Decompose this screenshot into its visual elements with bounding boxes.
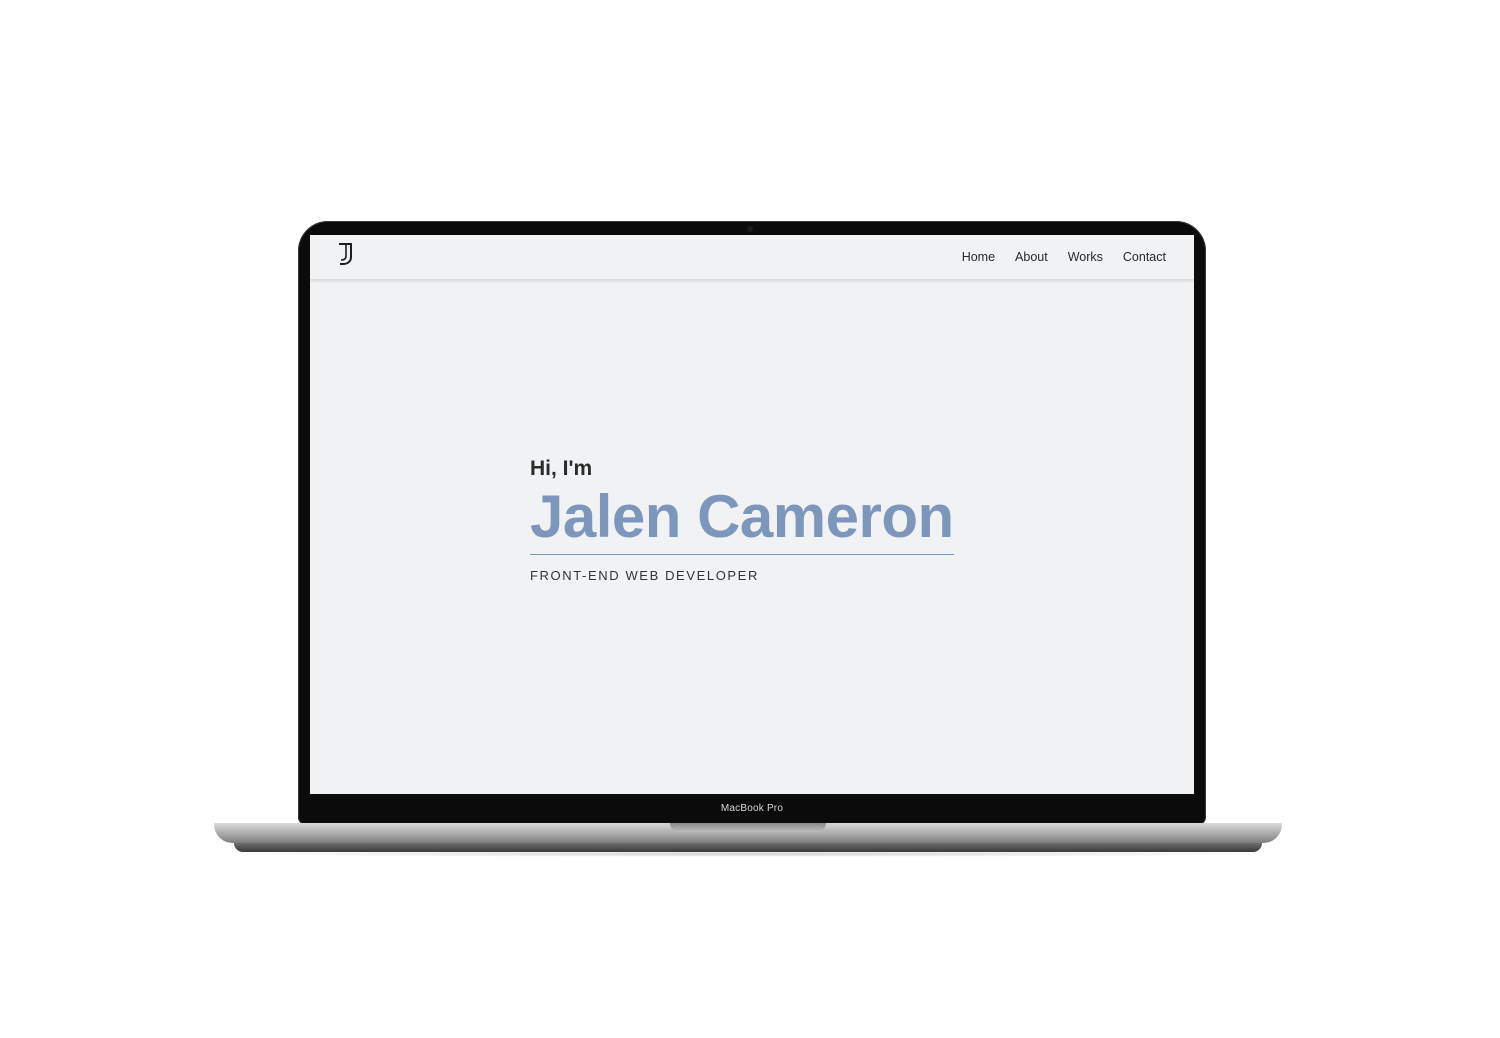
j-logo-icon[interactable] [338, 242, 354, 266]
nav-works-link[interactable]: Works [1068, 250, 1103, 264]
laptop-notch [670, 823, 826, 832]
laptop-screen: Home About Works Contact Hi, I'm Jalen C… [310, 235, 1194, 794]
laptop-base-bottom [234, 843, 1262, 852]
site-navbar: Home About Works Contact [310, 235, 1194, 279]
nav-about-link[interactable]: About [1015, 250, 1048, 264]
laptop-mockup: Home About Works Contact Hi, I'm Jalen C… [0, 0, 1500, 1038]
hero-role: FRONT-END WEB DEVELOPER [530, 568, 759, 583]
hero-name: Jalen Cameron [530, 484, 954, 555]
nav-home-link[interactable]: Home [962, 250, 995, 264]
hero-greeting: Hi, I'm [530, 457, 593, 480]
hero-section: Hi, I'm Jalen Cameron FRONT-END WEB DEVE… [530, 457, 954, 583]
nav-links: Home About Works Contact [962, 250, 1166, 264]
camera-icon [747, 226, 753, 232]
laptop-lid: Home About Works Contact Hi, I'm Jalen C… [298, 221, 1206, 825]
nav-contact-link[interactable]: Contact [1123, 250, 1166, 264]
device-label: MacBook Pro [720, 803, 784, 814]
